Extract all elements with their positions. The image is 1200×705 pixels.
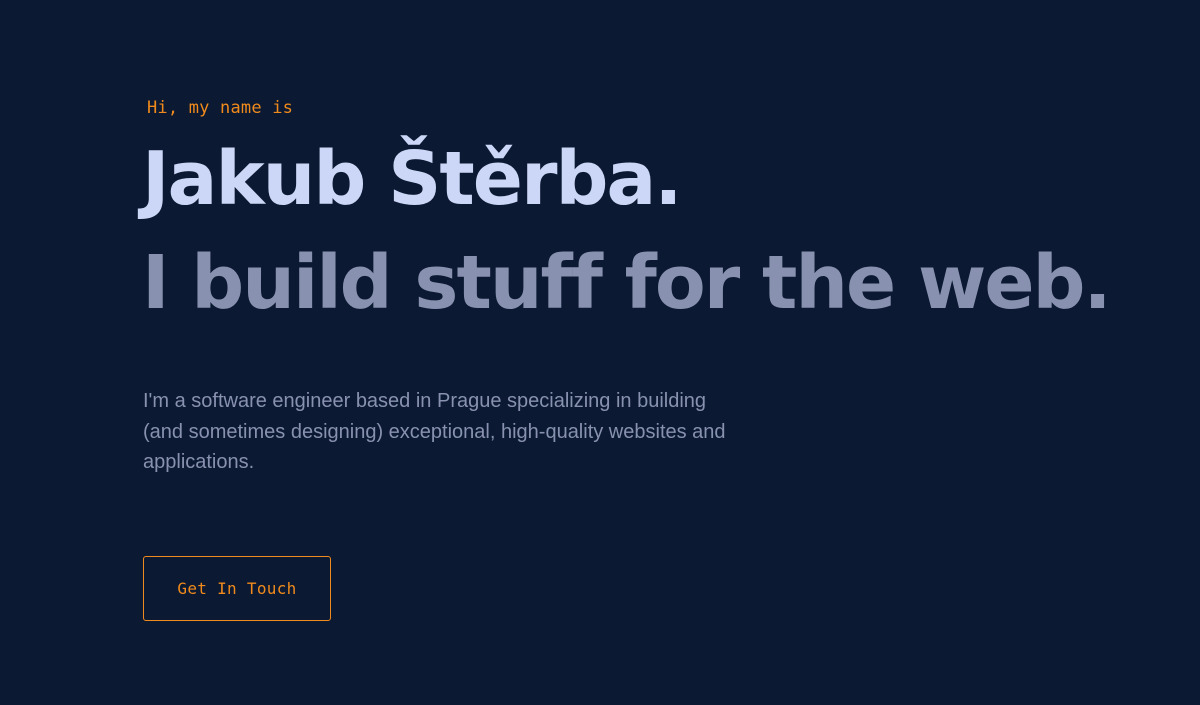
hero-section: Hi, my name is Jakub Štěrba. I build stu… bbox=[0, 0, 1200, 705]
hero-name: Jakub Štěrba. bbox=[142, 136, 682, 222]
hero-tagline: I build stuff for the web. bbox=[142, 240, 1112, 326]
get-in-touch-button[interactable]: Get In Touch bbox=[143, 556, 331, 621]
greeting-text: Hi, my name is bbox=[147, 98, 294, 118]
intro-paragraph: I'm a software engineer based in Prague … bbox=[143, 390, 726, 473]
